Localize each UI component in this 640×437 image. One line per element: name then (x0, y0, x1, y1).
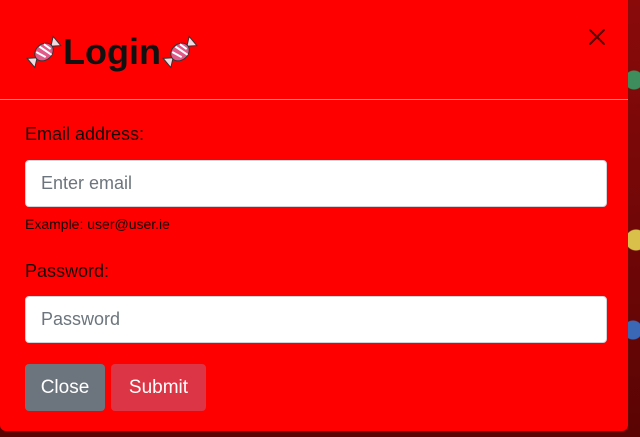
submit-button[interactable]: Submit (111, 364, 206, 411)
password-label: Password: (25, 261, 110, 281)
modal-title: Login (25, 30, 199, 74)
modal-title-text: Login (63, 31, 161, 72)
email-hint: Example: user@user.ie (25, 216, 170, 232)
password-field[interactable] (25, 296, 607, 343)
candy-icon (26, 35, 62, 69)
login-modal: Login Email address: Example: user@user.… (0, 0, 628, 431)
email-label: Email address: (25, 124, 145, 144)
candy-icon (162, 35, 198, 69)
modal-header: Login (0, 0, 628, 100)
close-icon[interactable] (586, 26, 608, 48)
close-button[interactable]: Close (25, 364, 105, 411)
email-field[interactable] (25, 160, 607, 207)
